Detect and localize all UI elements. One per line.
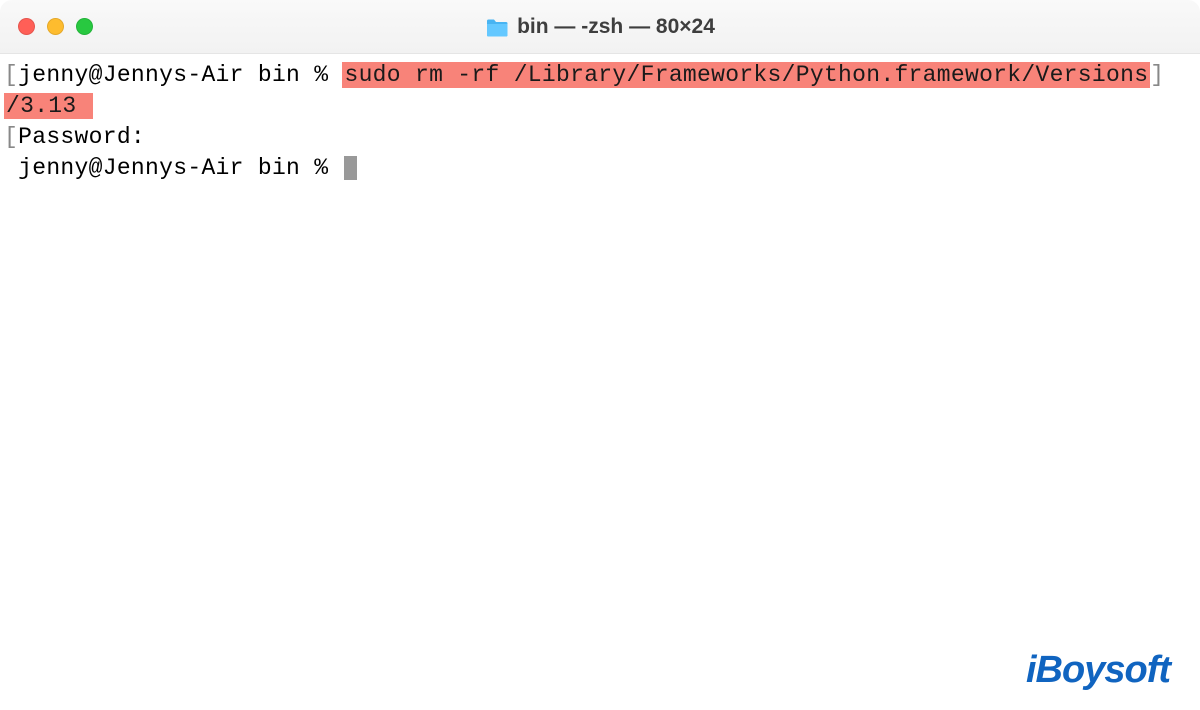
window-title: bin — -zsh — 80×24 — [517, 15, 715, 39]
shell-prompt-2: jenny@Jennys-Air bin % — [18, 155, 342, 181]
terminal-content[interactable]: [jenny@Jennys-Air bin % sudo rm -rf /Lib… — [0, 54, 1200, 710]
window-title-group: bin — -zsh — 80×24 — [485, 15, 715, 39]
prompt-bracket-open: [ — [4, 62, 18, 88]
window-titlebar[interactable]: bin — -zsh — 80×24 — [0, 0, 1200, 54]
close-button[interactable] — [18, 18, 35, 35]
window-controls — [0, 18, 93, 35]
terminal-window: bin — -zsh — 80×24 [jenny@Jennys-Air bin… — [0, 0, 1200, 710]
maximize-button[interactable] — [76, 18, 93, 35]
prompt-bracket-close: ] — [1150, 62, 1164, 88]
password-prompt: Password: — [18, 124, 145, 150]
shell-prompt-1: jenny@Jennys-Air bin % — [18, 62, 342, 88]
command-highlighted-part2: /3.13 — [4, 93, 93, 119]
watermark-logo: iBoysoft — [1026, 649, 1170, 692]
prompt-bracket-open-2: [ — [4, 124, 18, 150]
terminal-cursor — [344, 156, 357, 180]
command-highlighted-part1: sudo rm -rf /Library/Frameworks/Python.f… — [342, 62, 1150, 88]
minimize-button[interactable] — [47, 18, 64, 35]
folder-icon — [485, 17, 509, 37]
watermark-text: iBoysoft — [1026, 649, 1170, 691]
